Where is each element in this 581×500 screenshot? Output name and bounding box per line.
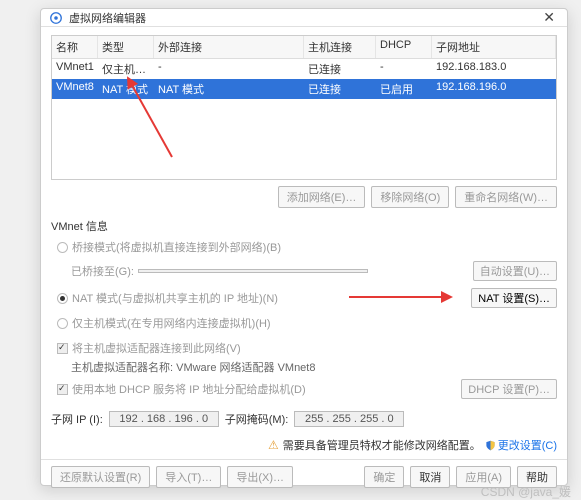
connect-host-label: 将主机虚拟适配器连接到此网络(V)	[72, 340, 241, 356]
nat-settings-button[interactable]: NAT 设置(S)…	[471, 288, 557, 308]
nat-radio-row: NAT 模式(与虚拟机共享主机的 IP 地址)(N)	[57, 290, 278, 306]
nat-label: NAT 模式(与虚拟机共享主机的 IP 地址)(N)	[72, 290, 278, 306]
content-area: 名称 类型 外部连接 主机连接 DHCP 子网地址 VMnet1 仅主机… - …	[41, 27, 567, 459]
remove-network-button[interactable]: 移除网络(O)	[371, 186, 449, 208]
shield-icon	[485, 440, 496, 451]
col-subnet[interactable]: 子网地址	[432, 36, 556, 58]
window-title: 虚拟网络编辑器	[69, 10, 539, 26]
bridge-radio-row: 桥接模式(将虚拟机直接连接到外部网络)(B)	[57, 239, 557, 255]
dhcp-checkbox	[57, 384, 68, 395]
close-icon[interactable]: ✕	[539, 9, 559, 26]
dhcp-row: 使用本地 DHCP 服务将 IP 地址分配给虚拟机(D)	[57, 381, 306, 397]
connect-host-checkbox	[57, 343, 68, 354]
warning-icon: ⚠	[268, 438, 279, 452]
auto-settings-button: 自动设置(U)…	[473, 261, 557, 281]
subnet-row: 子网 IP (I): 192 . 168 . 196 . 0 子网掩码(M): …	[51, 411, 557, 427]
hostonly-label: 仅主机模式(在专用网络内连接虚拟机)(H)	[72, 315, 271, 331]
vmnet-info-label: VMnet 信息	[51, 218, 557, 234]
app-icon	[49, 11, 63, 25]
hostonly-radio	[57, 318, 68, 329]
subnet-ip-label: 子网 IP (I):	[51, 411, 103, 427]
col-ext[interactable]: 外部连接	[154, 36, 304, 58]
table-row[interactable]: VMnet1 仅主机… - 已连接 - 192.168.183.0	[52, 59, 556, 79]
watermark: CSDN @java_媛	[481, 483, 571, 500]
titlebar: 虚拟网络编辑器 ✕	[41, 9, 567, 27]
restore-defaults-button: 还原默认设置(R)	[51, 466, 150, 488]
table-row[interactable]: VMnet8 NAT 模式 NAT 模式 已连接 已启用 192.168.196…	[52, 79, 556, 99]
warning-text: 需要具备管理员特权才能修改网络配置。	[283, 437, 481, 453]
dhcp-label: 使用本地 DHCP 服务将 IP 地址分配给虚拟机(D)	[72, 381, 306, 397]
col-type[interactable]: 类型	[98, 36, 154, 58]
col-name[interactable]: 名称	[52, 36, 98, 58]
cancel-button[interactable]: 取消	[410, 466, 450, 488]
table-header: 名称 类型 外部连接 主机连接 DHCP 子网地址	[52, 36, 556, 59]
connect-host-row: 将主机虚拟适配器连接到此网络(V)	[57, 340, 557, 356]
nat-radio	[57, 293, 68, 304]
add-network-button[interactable]: 添加网络(E)…	[278, 186, 366, 208]
adapter-name: 主机虚拟适配器名称: VMware 网络适配器 VMnet8	[71, 359, 557, 375]
import-button: 导入(T)…	[156, 466, 221, 488]
hostonly-radio-row: 仅主机模式(在专用网络内连接虚拟机)(H)	[57, 315, 557, 331]
dhcp-settings-button: DHCP 设置(P)…	[461, 379, 557, 399]
col-dhcp[interactable]: DHCP	[376, 36, 432, 58]
col-host[interactable]: 主机连接	[304, 36, 376, 58]
change-settings-link[interactable]: 更改设置(C)	[485, 437, 557, 453]
bridge-label: 桥接模式(将虚拟机直接连接到外部网络)(B)	[72, 239, 281, 255]
subnet-mask-input: 255 . 255 . 255 . 0	[294, 411, 404, 427]
bridge-to-label: 已桥接至(G):	[71, 263, 134, 279]
export-button: 导出(X)…	[227, 466, 293, 488]
warning-row: ⚠ 需要具备管理员特权才能修改网络配置。 更改设置(C)	[51, 437, 557, 453]
subnet-ip-input: 192 . 168 . 196 . 0	[109, 411, 219, 427]
bridge-radio	[57, 242, 68, 253]
network-buttons: 添加网络(E)… 移除网络(O) 重命名网络(W)…	[51, 186, 557, 208]
vnet-editor-window: 虚拟网络编辑器 ✕ 名称 类型 外部连接 主机连接 DHCP 子网地址 VMne…	[40, 8, 568, 486]
network-table[interactable]: 名称 类型 外部连接 主机连接 DHCP 子网地址 VMnet1 仅主机… - …	[51, 35, 557, 180]
subnet-mask-label: 子网掩码(M):	[225, 411, 289, 427]
ok-button[interactable]: 确定	[364, 466, 404, 488]
bridge-to-select	[138, 269, 368, 273]
rename-network-button[interactable]: 重命名网络(W)…	[455, 186, 557, 208]
